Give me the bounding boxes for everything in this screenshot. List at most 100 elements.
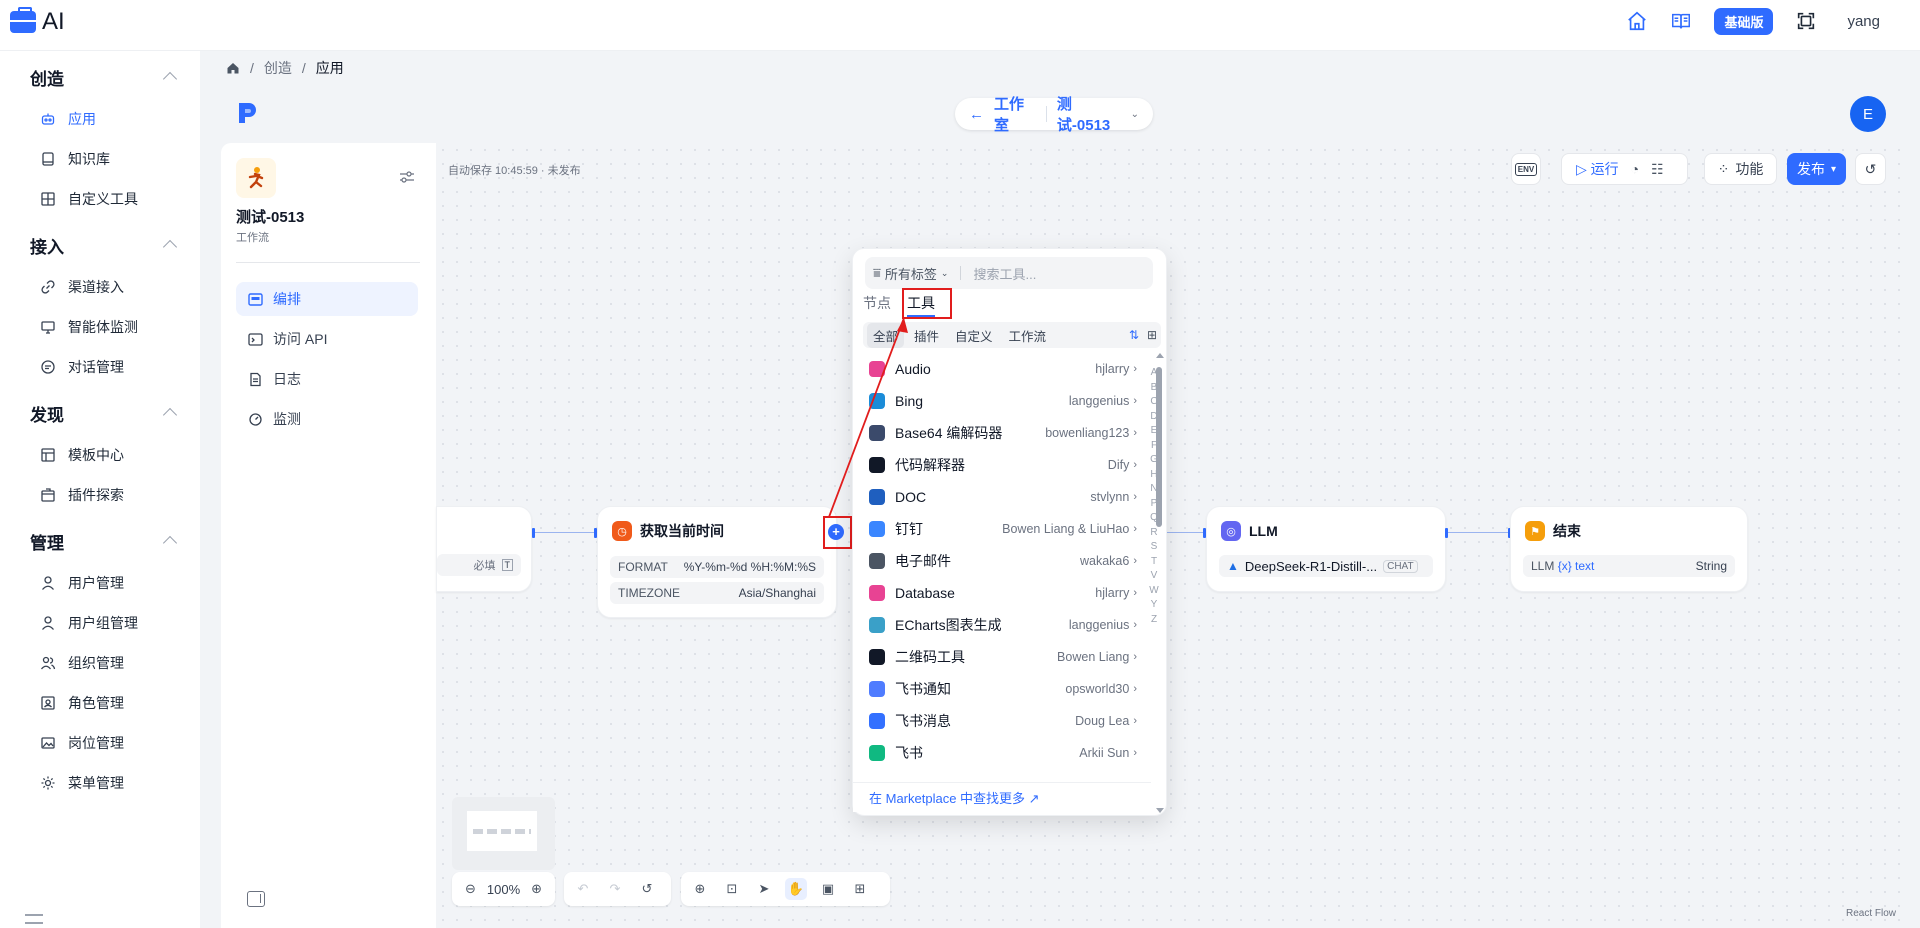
sidebar-item-agent-monitor[interactable]: 智能体监测 (40, 316, 138, 338)
tool-search-input[interactable]: 搜索工具... (973, 264, 1036, 283)
run-button[interactable]: ▷ 运行 (1576, 159, 1619, 179)
export-image-icon[interactable]: ▣ (817, 878, 839, 900)
tab-nodes[interactable]: 节点 (863, 293, 891, 317)
sidebar-item-custom-tools[interactable]: 自定义工具 (40, 188, 138, 210)
workspace-switcher[interactable]: ← 工作室 测试-0513 ⌄ (955, 96, 1153, 134)
scroll-down-arrow[interactable] (1156, 808, 1164, 813)
book-icon[interactable] (1670, 10, 1692, 32)
sidebar-group-discover[interactable]: 发现 (30, 401, 64, 426)
settings-sliders-icon[interactable] (399, 170, 415, 184)
sidebar-item-positions[interactable]: 岗位管理 (40, 732, 124, 754)
chevron-up-icon[interactable] (162, 535, 178, 551)
plan-badge[interactable]: 基础版 (1714, 7, 1774, 35)
chevron-up-icon[interactable] (162, 407, 178, 423)
panel-toggle-icon[interactable] (247, 891, 265, 907)
breadcrumb-item[interactable]: 创造 (264, 58, 292, 78)
collapse-sidebar-icon[interactable] (25, 914, 43, 924)
get-time-node[interactable]: ◷ 获取当前时间 FORMAT %Y-%m-%d %H:%M:%S TIMEZO… (597, 506, 837, 618)
scroll-up-arrow[interactable] (1156, 353, 1164, 358)
fullscreen-icon[interactable] (1795, 10, 1817, 32)
tool-list-item[interactable]: 飞书通知 opsworld30 › (853, 673, 1153, 705)
tag-filter-dropdown[interactable]: ⩸ 所有标签 ⌄ (873, 264, 948, 283)
undo-icon[interactable]: ↶ (572, 878, 594, 900)
tool-list-item[interactable]: Audio hjlarry › (853, 353, 1153, 385)
react-flow-attribution[interactable]: React Flow (1846, 908, 1896, 919)
scrollbar[interactable] (1155, 353, 1164, 813)
filter-all[interactable]: 全部 (867, 322, 905, 348)
sidebar-item-organizations[interactable]: 组织管理 (40, 652, 124, 674)
sidebar-item-plugins[interactable]: 插件探索 (40, 484, 124, 506)
llm-node[interactable]: ◎ LLM ▲ DeepSeek-R1-Distill-... CHAT (1206, 506, 1446, 592)
sidebar-group-manage[interactable]: 管理 (30, 529, 64, 554)
tool-list-item[interactable]: 电子邮件 wakaka6 › (853, 545, 1153, 577)
sidebar-item-users[interactable]: 用户管理 (40, 572, 124, 594)
sidebar-item-apps[interactable]: 应用 (40, 108, 96, 130)
tab-monitor[interactable]: 监测 (236, 402, 418, 436)
home-icon[interactable] (226, 61, 240, 75)
sidebar-item-user-groups[interactable]: 用户组管理 (40, 612, 138, 634)
logo-text: AI (42, 8, 65, 35)
tool-list-item[interactable]: ECharts图表生成 langgenius › (853, 609, 1153, 641)
marketplace-link[interactable]: 在 Marketplace 中查找更多 ↗ (853, 782, 1151, 812)
sidebar-item-conversations[interactable]: 对话管理 (40, 356, 124, 378)
zoom-level[interactable]: 100% (487, 882, 520, 897)
add-node-icon[interactable]: ⊕ (689, 878, 711, 900)
chevron-up-icon[interactable] (162, 239, 178, 255)
end-node[interactable]: ⚑ 结束 LLM {x} text String (1510, 506, 1748, 592)
scroll-thumb[interactable] (1156, 367, 1162, 527)
minimap[interactable] (452, 797, 555, 870)
sidebar-item-menus[interactable]: 菜单管理 (40, 772, 124, 794)
zoom-out-icon[interactable]: ⊖ (460, 878, 481, 900)
sort-alpha-icon[interactable]: ⇅ (1129, 328, 1139, 342)
tree-view-icon[interactable]: ⊞ (1147, 328, 1157, 342)
organize-layout-icon[interactable]: ⊞ (849, 878, 871, 900)
redo-icon[interactable]: ↷ (604, 878, 626, 900)
filter-plugins[interactable]: 插件 (908, 323, 945, 348)
sidebar-item-roles[interactable]: 角色管理 (40, 692, 124, 714)
tool-list-item[interactable]: 代码解释器 Dify › (853, 449, 1153, 481)
start-node[interactable]: 必填 T (436, 506, 532, 592)
history-chart-icon[interactable]: ◔ (1631, 161, 1639, 177)
current-app-name[interactable]: 测试-0513 (1057, 93, 1121, 135)
tab-logs[interactable]: 日志 (236, 362, 418, 396)
tool-list-item[interactable]: 飞书 Arkii Sun › (853, 737, 1153, 769)
username[interactable]: yang (1847, 13, 1880, 30)
home-icon[interactable] (1626, 10, 1648, 32)
env-button[interactable]: ENV (1511, 153, 1541, 185)
chevron-down-icon[interactable]: ⌄ (1131, 109, 1139, 120)
sidebar-item-templates[interactable]: 模板中心 (40, 444, 124, 466)
tool-list-item[interactable]: Database hjlarry › (853, 577, 1153, 609)
add-note-icon[interactable]: ⊡ (721, 878, 743, 900)
checklist-icon[interactable]: ☷ (1651, 161, 1664, 178)
back-to-studio-link[interactable]: 工作室 (994, 93, 1036, 135)
chevron-up-icon[interactable] (162, 71, 178, 87)
app-logo[interactable]: AI (10, 7, 65, 36)
history-icon[interactable]: ↺ (636, 878, 658, 900)
tool-list-item[interactable]: 钉钉 Bowen Liang & LiuHao › (853, 513, 1153, 545)
breadcrumb: / 创造 / 应用 (226, 58, 344, 78)
start-node-handle[interactable] (532, 528, 535, 538)
pointer-icon[interactable]: ➤ (753, 878, 775, 900)
tool-list-item[interactable]: Base64 编解码器 bowenliang123 › (853, 417, 1153, 449)
features-button[interactable]: ⁘ 功能 (1704, 153, 1777, 185)
tool-list-item[interactable]: DOC stvlynn › (853, 481, 1153, 513)
tool-list-item[interactable]: Bing langgenius › (853, 385, 1153, 417)
avatar[interactable]: E (1850, 96, 1886, 132)
publish-button[interactable]: 发布 ▾ (1787, 153, 1846, 185)
tool-list-item[interactable]: 飞书消息 Doug Lea › (853, 705, 1153, 737)
sidebar-group-create[interactable]: 创造 (30, 65, 64, 90)
tab-api-access[interactable]: 访问 API (236, 322, 418, 356)
hand-icon[interactable]: ✋ (785, 878, 807, 900)
filter-workflow[interactable]: 工作流 (1003, 323, 1053, 348)
llm-node-output-handle[interactable] (1445, 528, 1448, 538)
filter-custom[interactable]: 自定义 (949, 323, 999, 348)
version-history-button[interactable]: ↺ (1855, 153, 1886, 185)
zoom-in-icon[interactable]: ⊕ (526, 878, 547, 900)
sidebar-item-channels[interactable]: 渠道接入 (40, 276, 124, 298)
sidebar-group-access[interactable]: 接入 (30, 233, 64, 258)
tab-orchestrate[interactable]: 编排 (236, 282, 418, 316)
arrow-left-icon[interactable]: ← (969, 106, 984, 123)
sidebar-item-knowledge[interactable]: 知识库 (40, 148, 110, 170)
tool-name: ECharts图表生成 (895, 617, 1002, 633)
tool-list-item[interactable]: 二维码工具 Bowen Liang › (853, 641, 1153, 673)
